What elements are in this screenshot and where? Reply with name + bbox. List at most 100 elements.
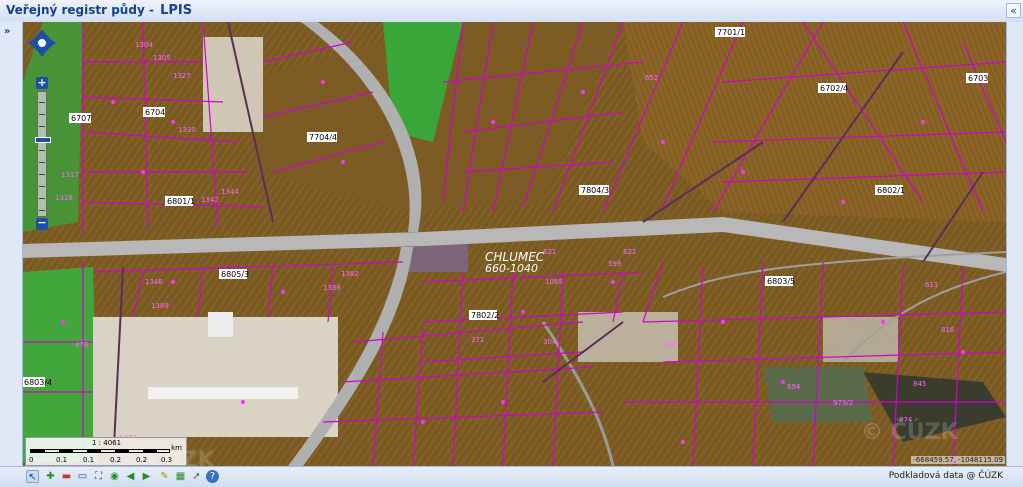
zoom-slider-track[interactable] xyxy=(37,91,47,217)
svg-text:973/2: 973/2 xyxy=(833,399,853,407)
svg-text:1305: 1305 xyxy=(153,54,171,62)
scale-tick: 0.3 xyxy=(161,456,173,464)
svg-text:845: 845 xyxy=(913,380,926,388)
svg-text:1344: 1344 xyxy=(221,188,239,196)
right-panel-collapsed xyxy=(1006,22,1023,466)
svg-text:7804/3: 7804/3 xyxy=(581,186,609,195)
svg-text:621: 621 xyxy=(543,248,556,256)
svg-text:1348: 1348 xyxy=(145,278,163,286)
village-area xyxy=(408,242,468,272)
svg-text:6803/5: 6803/5 xyxy=(767,277,795,286)
pan-arrows-icon[interactable] xyxy=(27,28,57,58)
cursor-coordinates: -668459.57, -1048115.09 xyxy=(911,456,1005,464)
zoom-extent-tool-icon[interactable]: ⛶ xyxy=(92,470,105,483)
block-label: 7802/2 xyxy=(469,310,499,320)
pan-right-icon xyxy=(49,38,56,48)
title-bar: Veřejný registr půdy - LPIS « xyxy=(0,0,1023,23)
block-label: 6702/4 xyxy=(818,83,848,93)
full-extent-tool-icon[interactable]: ◉ xyxy=(108,470,121,483)
data-attribution: Podkladová data @ ČÚZK xyxy=(888,471,1003,481)
pan-zoom-control: + − xyxy=(27,28,57,230)
block-label: 7804/3 xyxy=(579,185,609,195)
window-title: Veřejný registr půdy - LPIS xyxy=(6,3,192,18)
svg-text:622: 622 xyxy=(623,248,636,256)
svg-text:1382: 1382 xyxy=(341,270,359,278)
svg-text:894: 894 xyxy=(787,383,801,391)
svg-text:611: 611 xyxy=(925,281,938,289)
forward-tool-icon[interactable]: ▶ xyxy=(140,470,153,483)
svg-text:6805/3: 6805/3 xyxy=(221,270,249,279)
scale-tick: 0.2 xyxy=(136,456,148,464)
svg-text:7701/1: 7701/1 xyxy=(717,28,745,37)
zoom-out-tool-icon[interactable]: ▬ xyxy=(60,470,73,483)
svg-text:6704: 6704 xyxy=(145,108,165,117)
identify-tool-icon[interactable]: ➚ xyxy=(190,470,203,483)
svg-text:1327: 1327 xyxy=(173,72,191,80)
scale-tick: 0 xyxy=(29,456,34,464)
svg-text:1316: 1316 xyxy=(55,194,73,202)
help-tool-icon[interactable]: ? xyxy=(206,470,219,483)
zoom-in-tool-icon[interactable]: ✚ xyxy=(44,470,57,483)
block-label: 6803/5 xyxy=(765,276,795,286)
svg-text:6801/1: 6801/1 xyxy=(167,197,195,206)
pan-left-icon xyxy=(28,38,35,48)
zoom-out-button[interactable]: − xyxy=(36,217,48,230)
block-label: 6703 xyxy=(966,73,988,83)
map-viewport[interactable]: 7701/1 6703 6702/4 7704/4 6707 6704 6801… xyxy=(23,22,1006,466)
zoom-box-tool-icon[interactable]: ▭ xyxy=(76,470,89,483)
block-label: 7701/1 xyxy=(715,27,745,37)
scale-ratio: 1 : 4061 xyxy=(92,439,122,447)
svg-text:599: 599 xyxy=(608,260,621,268)
place-code: 660-1040 xyxy=(485,262,538,275)
svg-text:1317: 1317 xyxy=(61,171,79,179)
block-label: 6801/1 xyxy=(165,196,195,206)
block-label: 6704 xyxy=(143,107,165,117)
scale-tick: 0.2 xyxy=(110,456,122,464)
svg-text:652: 652 xyxy=(645,74,658,82)
window-title-text: Veřejný registr půdy - xyxy=(6,3,154,17)
pan-up-icon xyxy=(37,29,47,36)
svg-text:6703: 6703 xyxy=(968,74,988,83)
svg-text:6803/4: 6803/4 xyxy=(24,378,52,387)
select-tool-icon[interactable]: ↖ xyxy=(26,470,39,483)
scale-bar: 1 : 4061 km 0 0.1 0.1 0.2 0.2 0.3 xyxy=(25,437,187,466)
map-canvas[interactable]: 7701/1 6703 6702/4 7704/4 6707 6704 6801… xyxy=(23,22,1006,466)
pan-down-icon xyxy=(37,50,47,57)
svg-text:6702/4: 6702/4 xyxy=(820,84,848,93)
scale-tick: 0.1 xyxy=(83,456,95,464)
scale-graphic xyxy=(30,449,170,453)
zoom-slider-handle[interactable] xyxy=(35,137,51,143)
block-label: 7704/4 xyxy=(307,132,337,142)
collapse-panel-button[interactable]: « xyxy=(1006,3,1021,18)
app-brand: LPIS xyxy=(160,3,193,18)
svg-text:706: 706 xyxy=(663,342,677,350)
grassland-patch xyxy=(23,267,98,462)
svg-text:478: 478 xyxy=(75,341,88,349)
svg-text:1388: 1388 xyxy=(323,284,341,292)
bottom-toolbar: ↖ ✚ ▬ ▭ ⛶ ◉ ◀ ▶ ✎ ▦ ➚ ? -668459.57, -104… xyxy=(0,456,1023,487)
svg-text:1342: 1342 xyxy=(201,196,219,204)
measure-area-tool-icon[interactable]: ▦ xyxy=(174,470,187,483)
svg-text:816: 816 xyxy=(941,326,955,334)
grey-field xyxy=(578,312,678,362)
expand-panel-button[interactable]: » xyxy=(4,26,10,37)
block-label: 6707 xyxy=(69,113,91,123)
svg-text:1085: 1085 xyxy=(545,278,563,286)
svg-text:7704/4: 7704/4 xyxy=(309,133,337,142)
measure-line-tool-icon[interactable]: ✎ xyxy=(158,470,171,483)
zoom-in-button[interactable]: + xyxy=(36,77,48,89)
back-tool-icon[interactable]: ◀ xyxy=(124,470,137,483)
scale-unit: km xyxy=(171,444,182,452)
svg-text:7802/2: 7802/2 xyxy=(471,311,499,320)
building xyxy=(208,312,233,337)
block-label: 6803/4 xyxy=(23,377,52,387)
lpis-app: Veřejný registr půdy - LPIS « » 7701/1 6… xyxy=(0,0,1023,487)
copyright-watermark: © ČÚZK xyxy=(861,420,958,445)
place-label: CHLUMEC 660-1040 xyxy=(485,250,545,275)
svg-text:1304: 1304 xyxy=(135,41,153,49)
svg-text:6707: 6707 xyxy=(71,114,91,123)
svg-text:1330: 1330 xyxy=(178,126,196,134)
built-up-area xyxy=(203,37,263,132)
block-label: 6802/1 xyxy=(875,185,905,195)
svg-text:1389: 1389 xyxy=(151,302,169,310)
